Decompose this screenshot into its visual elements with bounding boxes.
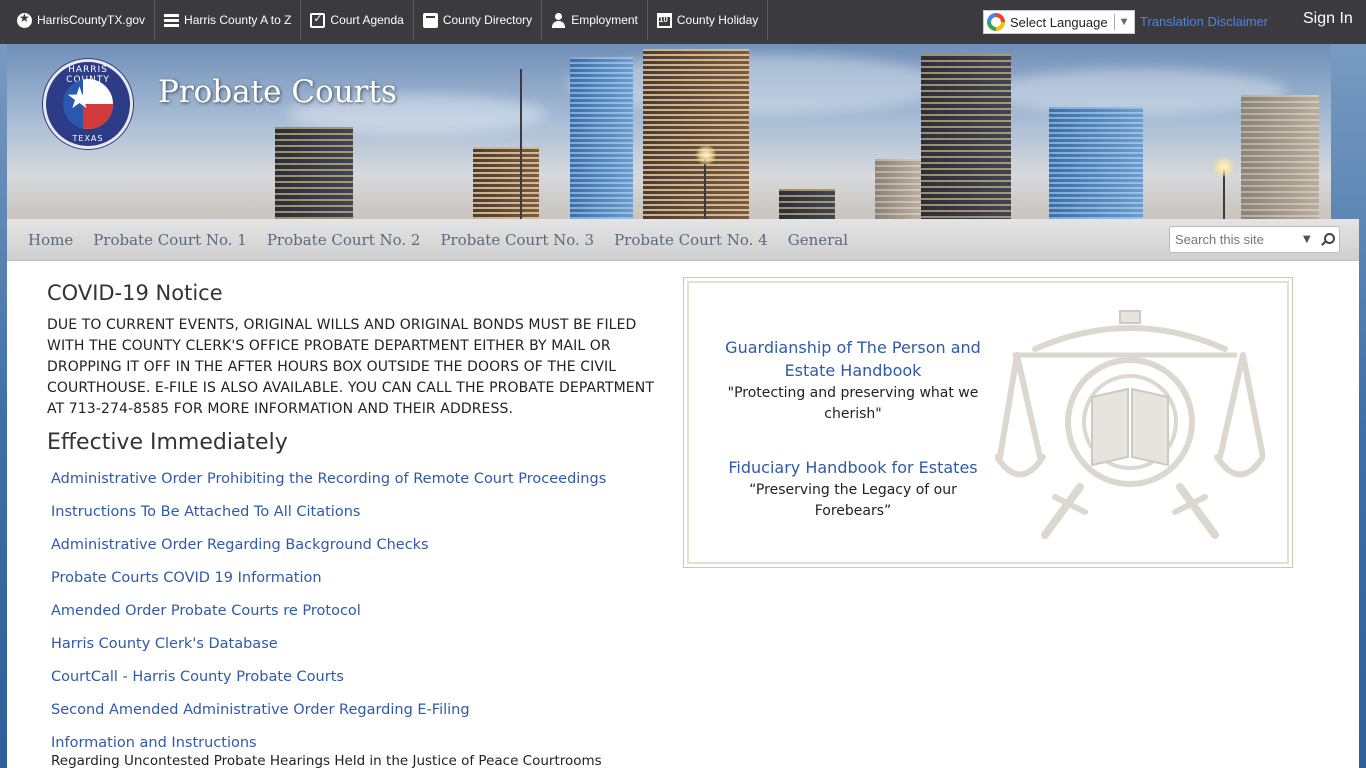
nav-general[interactable]: General	[778, 231, 858, 249]
search-icon[interactable]	[1320, 232, 1335, 247]
link-clerk-database[interactable]: Harris County Clerk's Database	[51, 634, 657, 667]
google-icon	[987, 13, 1005, 31]
topnav-county-holiday[interactable]: County Holiday	[648, 0, 769, 40]
star-circle-icon	[17, 11, 32, 28]
nav-probate-court-2[interactable]: Probate Court No. 2	[257, 231, 431, 249]
building	[570, 57, 633, 219]
covid-notice-body: DUE TO CURRENT EVENTS, ORIGINAL WILLS AN…	[47, 317, 654, 417]
guardianship-tagline: "Protecting and preserving what we cheri…	[727, 385, 979, 422]
topnav-label: Harris County A to Z	[184, 13, 292, 27]
star-icon: ★	[66, 81, 93, 116]
language-select[interactable]: Select Language ▼	[983, 10, 1135, 34]
guardianship-handbook-link[interactable]: Guardianship of The Person and Estate Ha…	[713, 336, 993, 382]
topnav-label: Court Agenda	[330, 13, 404, 27]
topnav-label: HarrisCountyTX.gov	[37, 13, 146, 27]
top-bar: HarrisCountyTX.gov Harris County A to Z …	[0, 0, 1366, 44]
building	[275, 127, 353, 219]
topnav-label: Employment	[571, 13, 638, 27]
fiduciary-handbook-link[interactable]: Fiduciary Handbook for Estates	[713, 456, 993, 479]
antenna	[520, 69, 522, 219]
book-icon	[422, 12, 438, 28]
list-icon	[164, 13, 180, 28]
clipboard-check-icon	[310, 12, 326, 28]
nav-probate-court-3[interactable]: Probate Court No. 3	[430, 231, 604, 249]
building	[779, 189, 835, 219]
seal-text-bottom: TEXAS	[72, 134, 104, 143]
link-courtcall[interactable]: CourtCall - Harris County Probate Courts	[51, 667, 657, 700]
link-instructions-citations[interactable]: Instructions To Be Attached To All Citat…	[51, 502, 657, 535]
calendar-icon	[656, 12, 672, 28]
scales-of-justice-emblem-icon	[995, 310, 1265, 539]
language-select-label: Select Language	[1010, 14, 1108, 30]
link-covid-info[interactable]: Probate Courts COVID 19 Information	[51, 568, 657, 601]
building	[1241, 95, 1319, 219]
building	[921, 54, 1011, 219]
building	[473, 147, 539, 219]
fiduciary-tagline: “Preserving the Legacy of our Forebears”	[749, 482, 957, 519]
link-subtext: Regarding Uncontested Probate Hearings H…	[51, 753, 602, 768]
nav-probate-court-4[interactable]: Probate Court No. 4	[604, 231, 778, 249]
link-amended-order-protocol[interactable]: Amended Order Probate Courts re Protocol	[51, 601, 657, 634]
left-column: COVID-19 Notice DUE TO CURRENT EVENTS, O…	[47, 281, 657, 768]
handbook-feature-panel: Guardianship of The Person and Estate Ha…	[683, 277, 1293, 568]
nav-home[interactable]: Home	[18, 231, 83, 249]
search-input[interactable]	[1175, 232, 1299, 247]
divider	[1113, 14, 1115, 30]
link-order-recording[interactable]: Administrative Order Prohibiting the Rec…	[51, 469, 657, 502]
link-order-background-checks[interactable]: Administrative Order Regarding Backgroun…	[51, 535, 657, 568]
building	[875, 159, 921, 219]
street-lamp	[1213, 156, 1235, 178]
user-icon	[551, 12, 566, 28]
topnav-harriscounty[interactable]: HarrisCountyTX.gov	[8, 0, 156, 40]
main-nav: Home Probate Court No. 1 Probate Court N…	[7, 219, 1359, 261]
street-lamp	[695, 144, 717, 166]
header-banner: HARRIS COUNTY ★ TEXAS Probate Courts	[7, 44, 1331, 219]
translation-disclaimer-link[interactable]: Translation Disclaimer	[1140, 14, 1268, 29]
order-links-list: Administrative Order Prohibiting the Rec…	[47, 469, 657, 768]
search-box: ▼	[1169, 226, 1340, 253]
harris-county-seal[interactable]: HARRIS COUNTY ★ TEXAS	[43, 59, 133, 149]
topnav-county-directory[interactable]: County Directory	[414, 0, 543, 40]
page-content: COVID-19 Notice DUE TO CURRENT EVENTS, O…	[7, 261, 1359, 768]
sign-in-link[interactable]: Sign In	[1303, 10, 1353, 28]
topnav-a-to-z[interactable]: Harris County A to Z	[155, 0, 302, 40]
topnav-label: County Directory	[442, 13, 533, 27]
top-nav: HarrisCountyTX.gov Harris County A to Z …	[8, 0, 769, 40]
effective-immediately-title: Effective Immediately	[47, 430, 288, 455]
covid-notice-title: COVID-19 Notice	[47, 281, 223, 305]
fiduciary-card: Fiduciary Handbook for Estates “Preservi…	[713, 456, 993, 522]
topnav-court-agenda[interactable]: Court Agenda	[301, 0, 414, 40]
topnav-label: County Holiday	[676, 13, 759, 27]
topnav-employment[interactable]: Employment	[542, 0, 648, 40]
site-title[interactable]: Probate Courts	[158, 74, 397, 110]
guardianship-card: Guardianship of The Person and Estate Ha…	[713, 336, 993, 425]
nav-probate-court-1[interactable]: Probate Court No. 1	[83, 231, 257, 249]
building	[1049, 107, 1143, 219]
building	[643, 49, 749, 219]
link-second-amended-efiling[interactable]: Second Amended Administrative Order Rega…	[51, 700, 657, 733]
caret-down-icon: ▼	[1118, 16, 1130, 28]
search-scope-dropdown-icon[interactable]: ▼	[1303, 234, 1311, 245]
